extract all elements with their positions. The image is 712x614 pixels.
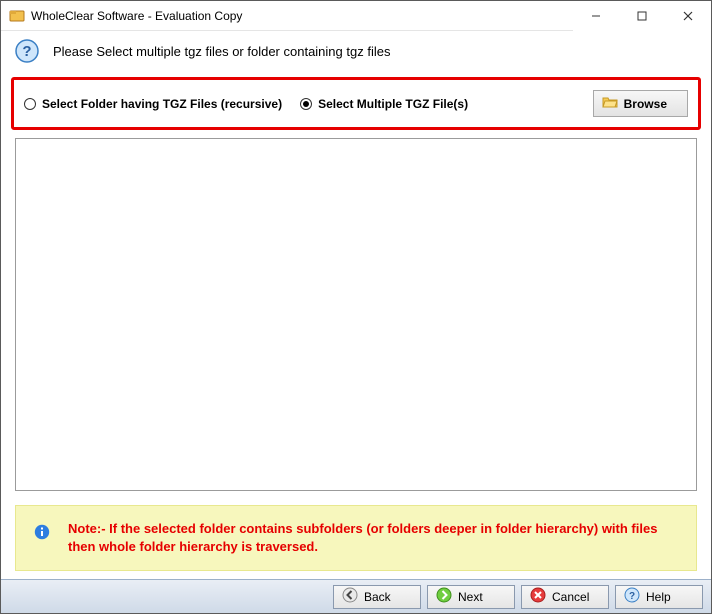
browse-button[interactable]: Browse xyxy=(593,90,688,117)
next-label: Next xyxy=(458,590,483,604)
cancel-icon xyxy=(530,587,546,606)
help-button[interactable]: ? Help xyxy=(615,585,703,609)
maximize-button[interactable] xyxy=(619,1,665,31)
next-button[interactable]: Next xyxy=(427,585,515,609)
minimize-button[interactable] xyxy=(573,1,619,31)
instruction-text: Please Select multiple tgz files or fold… xyxy=(53,44,390,59)
radio-folder-option[interactable]: Select Folder having TGZ Files (recursiv… xyxy=(24,97,282,111)
arrow-right-icon xyxy=(436,587,452,606)
radio-files-dot xyxy=(300,98,312,110)
note-panel: Note:- If the selected folder contains s… xyxy=(15,505,697,571)
titlebar: WholeClear Software - Evaluation Copy xyxy=(1,1,711,31)
note-text: Note:- If the selected folder contains s… xyxy=(68,520,678,556)
instruction-row: ? Please Select multiple tgz files or fo… xyxy=(1,31,711,73)
svg-text:?: ? xyxy=(22,43,31,60)
svg-text:?: ? xyxy=(629,591,635,602)
help-label: Help xyxy=(646,590,671,604)
bottom-bar: Back Next Cancel ? Help xyxy=(1,579,711,613)
info-icon xyxy=(34,524,50,540)
question-icon: ? xyxy=(15,39,39,63)
radio-files-label: Select Multiple TGZ File(s) xyxy=(318,97,468,111)
window-title: WholeClear Software - Evaluation Copy xyxy=(31,9,573,23)
browse-label: Browse xyxy=(624,97,667,111)
app-icon xyxy=(9,8,25,24)
back-button[interactable]: Back xyxy=(333,585,421,609)
back-label: Back xyxy=(364,590,391,604)
close-button[interactable] xyxy=(665,1,711,31)
help-icon: ? xyxy=(624,587,640,606)
radio-folder-label: Select Folder having TGZ Files (recursiv… xyxy=(42,97,282,111)
cancel-label: Cancel xyxy=(552,590,589,604)
cancel-button[interactable]: Cancel xyxy=(521,585,609,609)
file-list-area[interactable] xyxy=(15,138,697,491)
arrow-left-icon xyxy=(342,587,358,606)
radio-folder-dot xyxy=(24,98,36,110)
radio-files-option[interactable]: Select Multiple TGZ File(s) xyxy=(300,97,468,111)
folder-open-icon xyxy=(602,94,618,113)
selection-panel: Select Folder having TGZ Files (recursiv… xyxy=(11,77,701,130)
